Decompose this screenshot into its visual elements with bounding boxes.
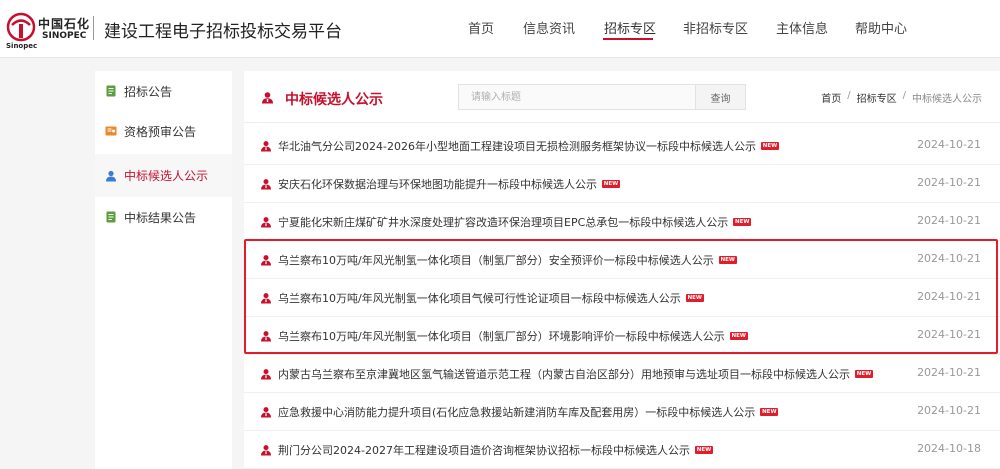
breadcrumb-separator: / [847,90,851,101]
nav-non-tender-zone[interactable]: 非招标专区 [683,18,748,37]
nav-entity-info[interactable]: 主体信息 [776,18,828,37]
list-item[interactable]: 内蒙古乌兰察布至京津冀地区氢气输送管道示范工程（内蒙古自治区部分）用地预审与选址… [244,355,1000,393]
new-badge: NEW [733,218,752,226]
new-badge: NEW [718,256,737,264]
breadcrumb-separator: / [902,90,906,101]
new-badge: NEW [760,142,779,150]
candidate-user-icon [261,293,271,304]
document-icon [105,85,117,97]
list-item-title[interactable]: 荆门分公司2024-2027年工程建设项目造价咨询框架协议招标一标段中标候选人公… [278,442,713,458]
user-icon [105,170,117,182]
candidate-user-icon [261,445,271,456]
list-item[interactable]: 乌兰察布10万吨/年风光制氢一体化项目（制氢厂部分）安全预评价一标段中标候选人公… [244,241,1000,279]
list-item[interactable]: 应急救援中心消防能力提升项目(石化应急救援站新建消防车库及配套用房）一标段中标候… [244,393,1000,431]
sidebar-item-label: 招标公告 [124,84,173,99]
new-badge: NEW [694,446,713,454]
list-item-title[interactable]: 乌兰察布10万吨/年风光制氢一体化项目（制氢厂部分）安全预评价一标段中标候选人公… [278,252,737,268]
list-item-title[interactable]: 华北油气分公司2024-2026年小型地面工程建设项目无损检测服务框架协议一标段… [278,138,779,154]
nav-home[interactable]: 首页 [468,18,494,37]
logo-sub-text: Sinopec [6,42,38,50]
sinopec-logo[interactable]: 中国石化 SINOPEC Sinopec [6,12,91,50]
list-item[interactable]: 华北油气分公司2024-2026年小型地面工程建设项目无损检测服务框架协议一标段… [244,127,1000,165]
candidate-user-icon [261,179,271,190]
list-item-title[interactable]: 宁夏能化宋新庄煤矿矿井水深度处理扩容改造环保治理项目EPC总承包一标段中标候选人… [278,214,752,230]
page-title: 中标候选人公示 [285,92,383,108]
sidebar-item-tender-notice[interactable]: 招标公告 [95,71,232,111]
nav-active-underline [603,38,653,40]
logo-en-text: SINOPEC [42,31,87,41]
section-header: 中标候选人公示 查询 首页 / 招标专区 / 中标候选人公示 [244,71,1000,123]
sidebar-item-prequalification[interactable]: 资格预审公告 [95,111,232,151]
certificate-icon [105,125,117,137]
candidate-user-icon [261,331,271,342]
nav-tender-zone[interactable]: 招标专区 [604,18,656,37]
list-item-title[interactable]: 乌兰察布10万吨/年风光制氢一体化项目气候可行性论证项目一标段中标候选人公示 NE… [278,290,704,306]
sidebar-item-result-notice[interactable]: 中标结果公告 [95,197,232,237]
list-item-date: 2024-10-21 [917,252,981,265]
new-badge: NEW [855,370,873,378]
breadcrumb: 首页 / 招标专区 / 中标候选人公示 [821,90,982,105]
nav-news[interactable]: 信息资讯 [523,18,575,37]
candidate-user-icon [261,217,271,228]
candidate-user-icon [262,92,273,104]
main-content: 中标候选人公示 查询 首页 / 招标专区 / 中标候选人公示 华北油气分公司20… [244,71,1000,469]
list-item-date: 2024-10-18 [917,442,981,455]
sidebar-item-label: 中标候选人公示 [124,169,209,183]
new-badge: NEW [760,408,779,416]
list-item-date: 2024-10-21 [917,176,981,189]
sinopec-logo-icon [6,12,36,42]
header-divider [93,16,94,40]
document-icon [105,211,117,223]
list-item-title[interactable]: 应急救援中心消防能力提升项目(石化应急救援站新建消防车库及配套用房）一标段中标候… [278,404,779,420]
list-item-date: 2024-10-21 [917,366,981,379]
sidebar-item-label: 资格预审公告 [124,124,197,139]
list-item-date: 2024-10-21 [917,138,981,151]
new-badge: NEW [602,180,620,188]
list-item-date: 2024-10-21 [917,404,981,417]
new-badge: NEW [729,332,748,340]
candidate-user-icon [261,407,271,418]
list-item-date: 2024-10-21 [917,214,981,227]
search-input[interactable] [458,84,696,110]
search-button[interactable]: 查询 [696,84,746,110]
list-item-title[interactable]: 乌兰察布10万吨/年风光制氢一体化项目（制氢厂部分）环境影响评价一标段中标候选人… [278,328,748,344]
candidate-user-icon [261,255,271,266]
top-header: 中国石化 SINOPEC Sinopec 建设工程电子招标投标交易平台 首页 信… [0,0,1000,58]
list-item[interactable]: 安庆石化环保数据治理与环保地图功能提升一标段中标候选人公示 NEW 2024-10… [244,165,1000,203]
list-item-date: 2024-10-21 [917,328,981,341]
list-item[interactable]: 乌兰察布10万吨/年风光制氢一体化项目气候可行性论证项目一标段中标候选人公示 NE… [244,279,1000,317]
site-title: 建设工程电子招标投标交易平台 [104,22,342,42]
breadcrumb-home[interactable]: 首页 [821,90,841,105]
sidebar-item-winning-candidates[interactable]: 中标候选人公示 [95,154,232,197]
breadcrumb-section[interactable]: 招标专区 [857,90,897,105]
list-item-date: 2024-10-21 [917,290,981,303]
list-item[interactable]: 荆门分公司2024-2027年工程建设项目造价咨询框架协议招标一标段中标候选人公… [244,431,1000,469]
new-badge: NEW [685,294,704,302]
logo-cn-text: 中国石化 [38,17,91,31]
breadcrumb-current: 中标候选人公示 [912,94,982,105]
list-item-title[interactable]: 安庆石化环保数据治理与环保地图功能提升一标段中标候选人公示 NEW [278,176,620,192]
candidate-user-icon [261,369,271,380]
sidebar: 招标公告 资格预审公告 中标候选人公示 中标结果公告 [95,71,232,469]
candidate-user-icon [261,141,271,152]
list-item-title[interactable]: 内蒙古乌兰察布至京津冀地区氢气输送管道示范工程（内蒙古自治区部分）用地预审与选址… [278,366,873,382]
nav-help-center[interactable]: 帮助中心 [855,18,907,37]
sidebar-item-label: 中标结果公告 [124,210,197,225]
list-item[interactable]: 宁夏能化宋新庄煤矿矿井水深度处理扩容改造环保治理项目EPC总承包一标段中标候选人… [244,203,1000,241]
list-item[interactable]: 乌兰察布10万吨/年风光制氢一体化项目（制氢厂部分）环境影响评价一标段中标候选人… [244,317,1000,355]
